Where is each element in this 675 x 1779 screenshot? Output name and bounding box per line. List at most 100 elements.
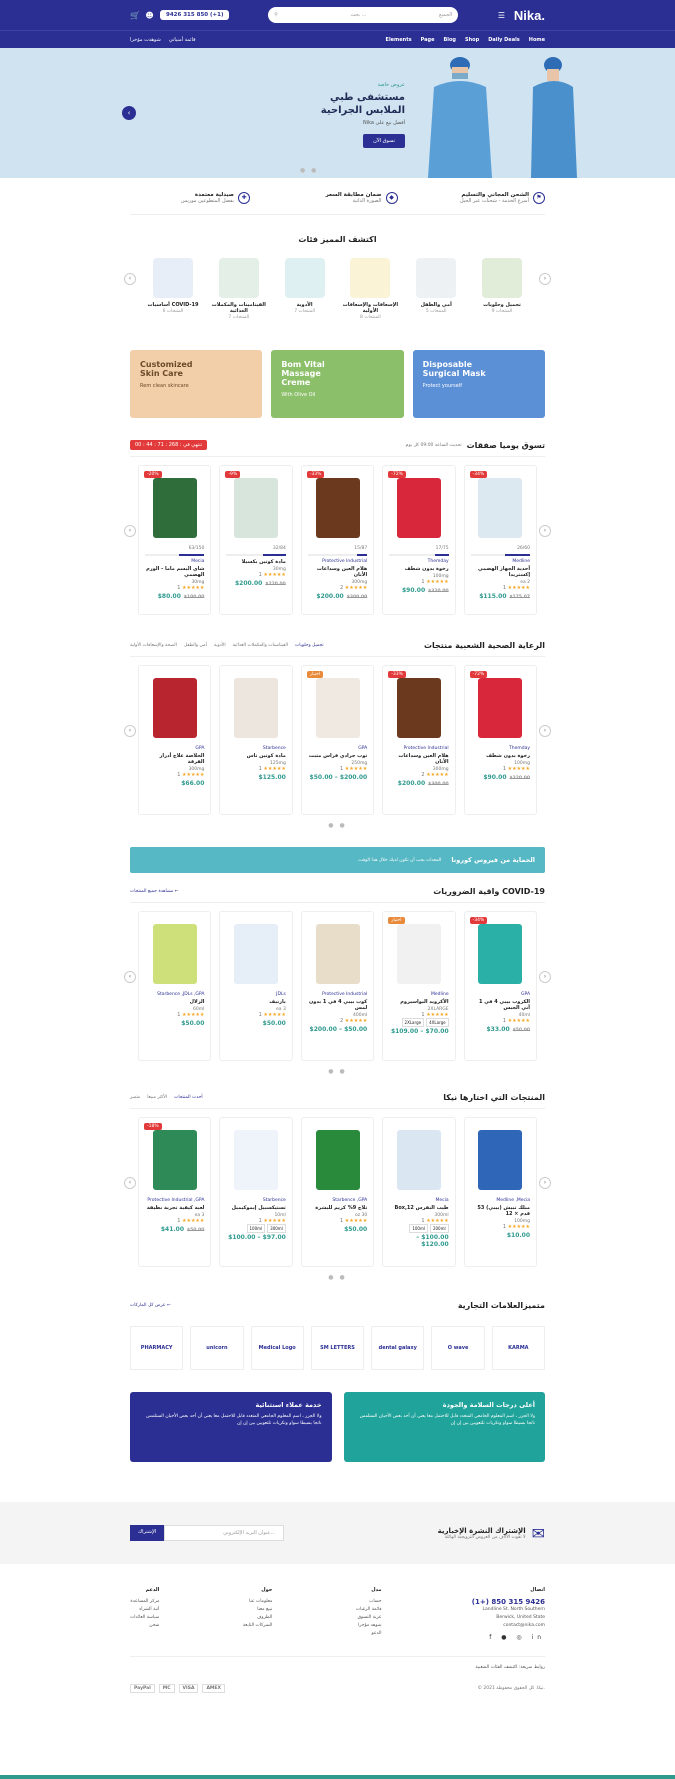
product-brand[interactable]: Mecia [389,1198,448,1203]
nav-item-elements[interactable]: Elements [386,37,412,43]
search-icon[interactable]: ⚲ [274,12,278,18]
footer-quick-links[interactable]: روابط سريعة: اكتشف الفئات الشعبية [130,1656,545,1670]
nav-item-blog[interactable]: Blog [443,37,456,43]
product-name[interactable]: هلام العين وسداعات الأنان [389,753,448,765]
product-card[interactable]: 33%- 15/87 Protective Industrial هلام العين… [300,465,375,615]
product-name[interactable]: مادة كوتين تاس [226,753,286,759]
product-card[interactable]: اختيار Medline الأكرويد البواسيروم 2XLARGE ★… [382,911,456,1061]
product-brand[interactable]: Protective Industrial [308,559,367,564]
product-brand[interactable]: GPA [471,992,530,997]
footer-link[interactable]: الشركات التابعة [243,1622,273,1630]
tab-item[interactable]: أمي والطفل [184,643,207,648]
product-name[interactable]: مادة كوتين بكسيلا [226,559,286,565]
carousel-next-arrow[interactable]: › [539,725,551,737]
product-brand[interactable]: Mecia [145,559,204,564]
product-image[interactable] [234,924,279,984]
nav-item-shop[interactable]: Shop [465,37,479,43]
size-option[interactable]: 4XLarge [426,1018,449,1027]
promo-banner[interactable]: Bom Vital Massage Creme With Olive Oil [271,350,404,418]
product-brand[interactable]: Medline ,Mecia [471,1198,530,1203]
product-card[interactable]: Starbence ,GPA تلاج 9% كريم للبشرة oz 30 ★★… [300,1117,375,1267]
product-brand[interactable]: GPA [308,746,367,751]
product-brand[interactable]: Themday [471,746,530,751]
product-name[interactable]: تستيكسبيل إيموكيميل [226,1205,286,1211]
product-brand[interactable]: Starbence [226,1198,286,1203]
search-bar[interactable]: ⚲ بحث ... الجميع [268,7,459,23]
nav-item-home[interactable]: Home [529,37,545,43]
covid-pagination-dots[interactable]: ● ● [130,1068,545,1075]
user-icon[interactable]: ☻ [145,11,154,20]
brand-logo[interactable]: KARMA [491,1326,545,1370]
product-card[interactable]: 18%- Protective Industrial ,GPA لعبة كيفية… [138,1117,212,1267]
product-image[interactable] [152,924,197,984]
carousel-next-arrow[interactable]: › [539,1177,551,1189]
product-card[interactable]: 72%- 17/75 Themday رخوة بدون شطف 100mg ★★★★★ … [382,465,456,615]
brand-logo[interactable]: dental galaxy [371,1326,425,1370]
size-option[interactable]: 100ml [246,1224,266,1233]
product-image[interactable] [234,478,279,538]
product-image[interactable] [315,678,360,738]
footer-link[interactable]: نبيع معنا [243,1606,272,1614]
product-name[interactable]: الكروب بيبي 4 في 1 أني الجبس [471,999,530,1011]
product-image[interactable] [315,478,360,538]
view-all-brands-link[interactable]: ← عرض كل الماركات [130,1303,171,1308]
category-item[interactable]: الفيتامينات والمكملات الغذائية 7 المنتجات [210,258,268,320]
brand-logo[interactable]: SM LETTERS [310,1326,365,1370]
footer-email[interactable]: contact@nika.com [465,1622,545,1630]
product-brand[interactable]: Themday [389,559,449,564]
promo-banner[interactable]: Disposable Surgical Mask Protect yourself [412,350,545,418]
product-brand[interactable]: Medline [389,992,449,997]
category-item[interactable]: أساسيات COVID-19 6 المنتجات [144,258,202,314]
product-brand[interactable]: Protective Industrial ,GPA [145,1198,204,1203]
product-card[interactable]: 34%- 26/60 Medline أحدية الجهاز الهضمي إكست… [463,465,538,615]
footer-link[interactable]: أتبة الشراء [130,1606,159,1614]
tab-item[interactable]: متميز [130,1095,140,1100]
product-name[interactable]: طيب النقرس Box,12 [389,1205,449,1211]
product-name[interactable]: الأكرويد البواسيروم [389,999,448,1005]
category-item[interactable]: أمي والطفل 5 المنتجات [407,258,465,314]
view-all-products-link[interactable]: ← مشاهدة جميع المنتجات [130,889,179,894]
product-name[interactable]: مبلك تبيش (بيبي) 53 قدم × 12 [471,1205,530,1217]
footer-link[interactable]: شحن [130,1622,159,1630]
product-brand[interactable]: Starbence ,GPA [308,1198,367,1203]
product-image[interactable] [396,1130,441,1190]
footer-link[interactable]: حساب [356,1598,381,1606]
product-card[interactable]: 20%- 63/150 Mecia شاي البسم ماما - الورم ال… [138,465,212,615]
cart-icon[interactable]: 🛒 [130,11,140,20]
recently-viewed-link[interactable]: شوهدت مؤخرا [130,37,161,43]
product-image[interactable] [234,678,279,738]
product-image[interactable] [315,924,360,984]
size-option[interactable]: 200ml [429,1224,449,1233]
product-card[interactable]: 33%- Protective Industrial هلام العين وسدا… [382,665,456,815]
product-image[interactable] [396,478,441,538]
product-brand[interactable]: Starbence ,JDLs ,GPA [145,992,204,997]
hero-pagination-dots[interactable]: ● ● [300,167,318,174]
product-image[interactable] [396,924,441,984]
hero-prev-arrow[interactable]: ‹ [122,106,136,120]
nav-item-page[interactable]: Page [421,37,435,43]
footer-link[interactable]: الظروف [243,1614,273,1622]
search-input[interactable]: بحث ... [350,12,366,18]
product-brand[interactable]: Protective Industrial [308,992,367,997]
product-brand[interactable]: Medline [471,559,530,564]
tab-item[interactable]: الأدوية [214,643,226,648]
category-item[interactable]: الإسعافات والإسعافات الأولية 8 المنتجات [341,258,399,320]
health-pagination-dots[interactable]: ● ● [130,822,545,829]
nika-pagination-dots[interactable]: ● ● [130,1274,545,1281]
size-option[interactable]: 100ml [409,1224,428,1233]
tab-item[interactable]: أحدث المنتجات [174,1095,203,1100]
product-image[interactable] [152,1130,197,1190]
logo[interactable]: Nika. [514,8,545,23]
product-card[interactable]: 9%- 32/84 مادة كوتين بكسيلا 30mg ★★★★★ 1 $200… [219,465,293,615]
product-image[interactable] [396,678,441,738]
footer-link[interactable]: الدعو [356,1630,382,1638]
product-name[interactable]: تلاج 9% كريم للبشرة [308,1205,367,1211]
size-option[interactable]: 2XLarge [401,1018,425,1027]
product-name[interactable]: شاي البسم ماما - الورم الهضمي [145,566,204,578]
product-image[interactable] [234,1130,279,1190]
categories-next-arrow[interactable]: › [539,273,551,285]
footer-phone[interactable]: 9426 315 850 (+1) [465,1598,545,1606]
footer-link[interactable]: سياسة العائدات [130,1614,159,1622]
footer-link[interactable]: عربة التسوق [356,1614,381,1622]
product-name[interactable]: رخوة بدون شطف [389,566,449,572]
